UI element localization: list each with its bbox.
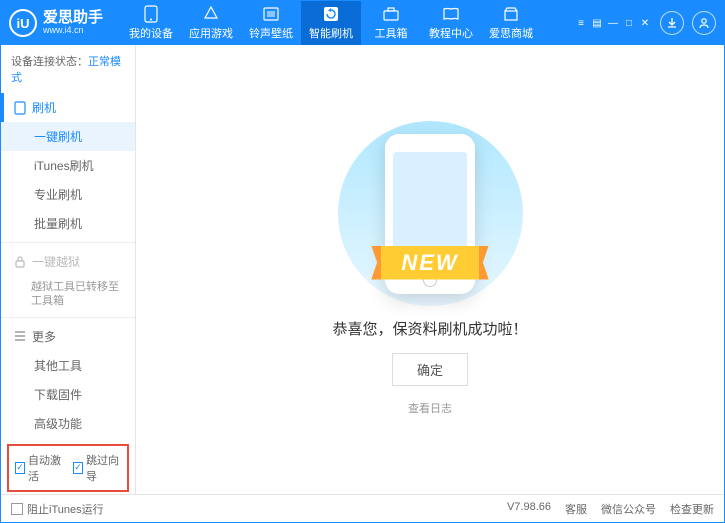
tab-toolbox[interactable]: 工具箱 bbox=[361, 1, 421, 45]
tab-ringtones[interactable]: 铃声壁纸 bbox=[241, 1, 301, 45]
titlebar: iU 爱思助手 www.i4.cn 我的设备 应用游戏 铃声壁纸 智能刷机 工具… bbox=[1, 1, 724, 45]
sidebar-item-oneclick[interactable]: 一键刷机 bbox=[1, 122, 135, 151]
close-icon[interactable]: ✕ bbox=[638, 16, 652, 30]
service-link[interactable]: 客服 bbox=[565, 501, 587, 517]
book-icon bbox=[442, 5, 460, 23]
view-log-link[interactable]: 查看日志 bbox=[408, 400, 452, 416]
ok-button[interactable]: 确定 bbox=[392, 353, 468, 386]
user-button[interactable] bbox=[692, 11, 716, 35]
lock-icon bbox=[14, 256, 26, 268]
wallpaper-icon bbox=[262, 5, 280, 23]
success-message: 恭喜您，保资料刷机成功啦！ bbox=[332, 318, 527, 339]
main-content: NEW 恭喜您，保资料刷机成功啦！ 确定 查看日志 bbox=[136, 45, 724, 494]
skin-icon[interactable]: ▤ bbox=[590, 16, 604, 30]
tab-tutorials[interactable]: 教程中心 bbox=[421, 1, 481, 45]
tab-apps[interactable]: 应用游戏 bbox=[181, 1, 241, 45]
window-controls: ≡ ▤ — □ ✕ bbox=[574, 16, 652, 30]
sidebar-item-advanced[interactable]: 高级功能 bbox=[1, 409, 135, 438]
wechat-link[interactable]: 微信公众号 bbox=[601, 501, 656, 517]
app-window: iU 爱思助手 www.i4.cn 我的设备 应用游戏 铃声壁纸 智能刷机 工具… bbox=[0, 0, 725, 523]
phone-icon bbox=[142, 5, 160, 23]
checkbox-auto-activate[interactable]: ✓自动激活 bbox=[15, 452, 63, 484]
sidebar-item-itunes[interactable]: iTunes刷机 bbox=[1, 151, 135, 180]
checkbox-skip-guide[interactable]: ✓跳过向导 bbox=[73, 452, 121, 484]
app-name: 爱思助手 bbox=[43, 10, 103, 27]
new-banner: NEW bbox=[371, 246, 488, 280]
maximize-icon[interactable]: □ bbox=[622, 16, 636, 30]
logo: iU 爱思助手 www.i4.cn bbox=[9, 9, 103, 37]
list-icon bbox=[14, 331, 26, 341]
store-icon bbox=[502, 5, 520, 23]
checkbox-icon bbox=[11, 503, 23, 515]
sidebar: 设备连接状态：正常模式 刷机 一键刷机 iTunes刷机 专业刷机 批量刷机 一… bbox=[1, 45, 136, 494]
update-link[interactable]: 检查更新 bbox=[670, 501, 714, 517]
sidebar-item-pro[interactable]: 专业刷机 bbox=[1, 180, 135, 209]
logo-icon: iU bbox=[9, 9, 37, 37]
section-jailbreak[interactable]: 一键越狱 bbox=[1, 247, 135, 276]
check-icon: ✓ bbox=[15, 462, 25, 474]
refresh-icon bbox=[322, 5, 340, 23]
tab-my-device[interactable]: 我的设备 bbox=[121, 1, 181, 45]
tab-flash[interactable]: 智能刷机 bbox=[301, 1, 361, 45]
footer: 阻止iTunes运行 V7.98.66 客服 微信公众号 检查更新 bbox=[1, 494, 724, 522]
section-more[interactable]: 更多 bbox=[1, 322, 135, 351]
connection-status: 设备连接状态：正常模式 bbox=[1, 45, 135, 93]
sidebar-item-other[interactable]: 其他工具 bbox=[1, 351, 135, 380]
minimize-icon[interactable]: — bbox=[606, 16, 620, 30]
apps-icon bbox=[202, 5, 220, 23]
version-label: V7.98.66 bbox=[507, 501, 551, 517]
checkbox-block-itunes[interactable]: 阻止iTunes运行 bbox=[11, 501, 104, 517]
menu-icon[interactable]: ≡ bbox=[574, 16, 588, 30]
sidebar-item-download[interactable]: 下载固件 bbox=[1, 380, 135, 409]
nav-tabs: 我的设备 应用游戏 铃声壁纸 智能刷机 工具箱 教程中心 爱思商城 bbox=[121, 1, 541, 45]
success-illustration: NEW bbox=[330, 124, 530, 304]
phone-icon bbox=[14, 101, 26, 115]
app-url: www.i4.cn bbox=[43, 26, 103, 36]
section-flash[interactable]: 刷机 bbox=[1, 93, 135, 122]
jailbreak-note: 越狱工具已转移至工具箱 bbox=[1, 276, 135, 313]
toolbox-icon bbox=[382, 5, 400, 23]
download-button[interactable] bbox=[660, 11, 684, 35]
tab-store[interactable]: 爱思商城 bbox=[481, 1, 541, 45]
checkbox-area: ✓自动激活 ✓跳过向导 bbox=[7, 444, 129, 492]
check-icon: ✓ bbox=[73, 462, 83, 474]
sidebar-item-batch[interactable]: 批量刷机 bbox=[1, 209, 135, 238]
